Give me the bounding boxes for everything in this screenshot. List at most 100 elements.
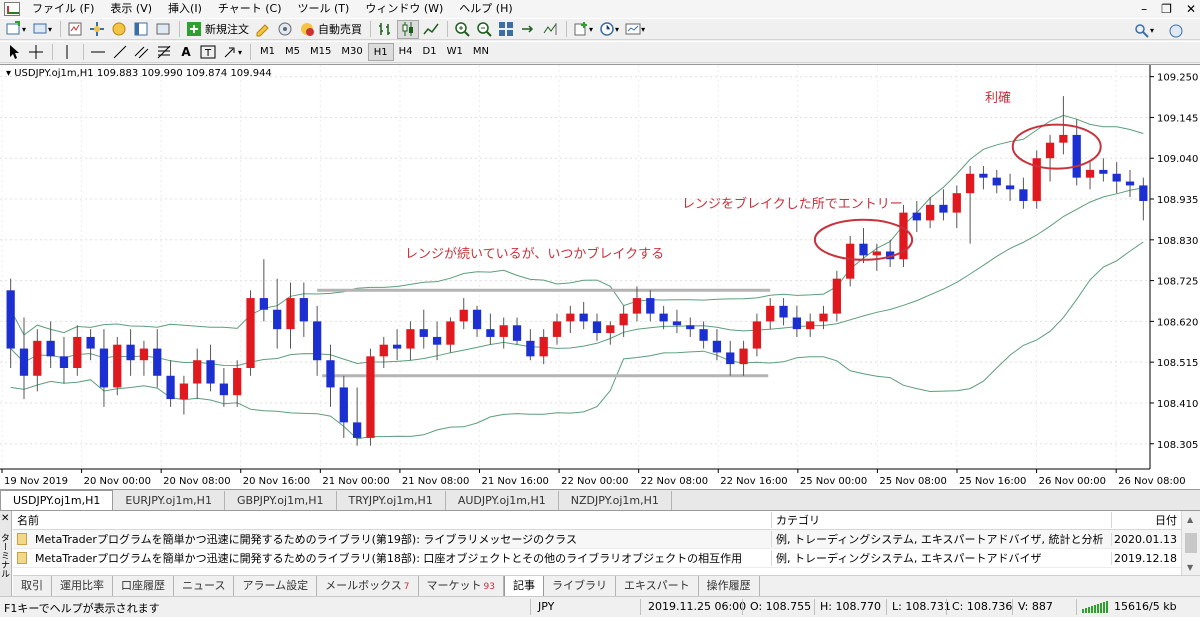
candle-body [1005,185,1015,190]
terminal-tab[interactable]: マーケット 93 [419,575,504,597]
terminal-icon[interactable] [131,20,151,39]
timeframe-w1-button[interactable]: W1 [442,43,468,61]
zoom-out-icon[interactable] [474,20,494,39]
tester-icon[interactable] [153,20,173,39]
tile-windows-icon[interactable] [496,20,516,39]
navigator-icon[interactable] [109,20,129,39]
search-icon[interactable]: ▾ [1132,21,1156,40]
chart-tab[interactable]: EURJPY.oj1m,H1 [113,491,225,510]
timeframe-m15-button[interactable]: M15 [305,43,336,61]
menu-item[interactable]: ファイル (F) [24,0,102,18]
candle-body [752,321,762,349]
chart-tab[interactable]: USDJPY.oj1m,H1 [0,490,114,510]
periods-button[interactable]: ▾ [597,20,621,39]
vertical-line-icon[interactable] [57,43,77,62]
community-icon[interactable] [1166,21,1186,40]
candle-body [86,336,95,349]
timeframe-h1-button[interactable]: H1 [367,43,394,61]
menu-item[interactable]: チャート (C) [210,0,290,18]
new-order-button[interactable]: 新規注文 [184,20,251,39]
menu-item[interactable]: ウィンドウ (W) [357,0,451,18]
minimize-icon[interactable]: – [1141,2,1147,16]
table-row[interactable]: MetaTraderプログラムを簡単かつ迅速に開発するためのライブラリ(第18部… [13,549,1181,568]
chart-shift-icon[interactable] [540,20,560,39]
menu-item[interactable]: ツール (T) [290,0,358,18]
chart-tab[interactable]: TRYJPY.oj1m,H1 [337,491,446,510]
menu-item[interactable]: 表示 (V) [102,0,160,18]
terminal-tab[interactable]: メールボックス 7 [317,575,419,597]
cursor-icon[interactable] [4,43,24,62]
x-tick-label: 20 Nov 00:00 [84,476,151,487]
terminal-tab[interactable]: ニュース [174,576,235,596]
status-profile[interactable]: JPY [538,600,554,613]
candle-body [166,375,175,400]
column-header-date[interactable]: 日付 [1111,512,1181,528]
timeframe-d1-button[interactable]: D1 [418,43,442,61]
article-name: MetaTraderプログラムを簡単かつ迅速に開発するためのライブラリ(第19部… [13,531,771,547]
indicators-button[interactable]: ▾ [571,20,595,39]
chart-tab[interactable]: GBPJPY.oj1m,H1 [225,491,337,510]
column-header-category[interactable]: カテゴリ [771,512,1111,528]
terminal-tab[interactable]: 取引 [13,576,52,596]
candle-body [512,325,522,341]
timeframe-mn-button[interactable]: MN [468,43,494,61]
text-label-icon[interactable]: T [198,43,218,62]
timeframe-m1-button[interactable]: M1 [255,43,280,61]
line-chart-icon[interactable] [421,20,441,39]
candle-body [939,204,948,213]
chart-tab[interactable]: AUDJPY.oj1m,H1 [446,491,559,510]
standard-toolbar: ▾ ▾ 新規注文 自動売買 ▾ ▾ ▾ ▾ [0,18,1200,40]
table-row[interactable]: MetaTraderプログラムを簡単かつ迅速に開発するためのライブラリ(第19部… [13,530,1181,549]
trendline-icon[interactable] [110,43,130,62]
price-chart[interactable]: 109.250 109.145 109.040 108.935 108.830 108.7… [0,64,1200,490]
terminal-tab[interactable]: エキスパート [616,576,699,596]
vertical-scrollbar[interactable]: ▲ ▼ [1181,511,1200,577]
zoom-in-icon[interactable] [452,20,472,39]
menu-item[interactable]: ヘルプ (H) [451,0,520,18]
fibonacci-icon[interactable] [154,43,174,62]
menu-item[interactable]: 挿入(I) [160,0,210,18]
horizontal-line-icon[interactable] [88,43,108,62]
auto-trade-button[interactable]: 自動売買 [297,20,364,39]
metaeditor-icon[interactable] [253,20,273,39]
close-icon[interactable]: ✕ [1,513,9,524]
equidistant-channel-icon[interactable] [132,43,152,62]
y-tick-label: 109.250 [1157,73,1198,84]
candle-body [1059,134,1068,143]
close-icon[interactable]: ✕ [1186,2,1196,16]
timeframe-m5-button[interactable]: M5 [280,43,305,61]
terminal-tab[interactable]: 記事 [503,575,544,597]
timeframe-m30-button[interactable]: M30 [336,43,367,61]
candlestick-chart-icon[interactable] [397,19,420,39]
candle-body [779,305,788,318]
x-tick-label: 25 Nov 08:00 [879,476,946,487]
timeframe-h4-button[interactable]: H4 [394,43,418,61]
terminal-tab[interactable]: 操作履歴 [699,576,760,596]
bar-chart-icon[interactable] [375,20,395,39]
restore-icon[interactable]: ❐ [1161,2,1172,16]
chart-canvas[interactable]: 109.250 109.145 109.040 108.935 108.830 108.7… [0,65,1200,490]
templates-button[interactable]: ▾ [623,20,647,39]
x-tick-label: 21 Nov 08:00 [402,476,469,487]
app-icon[interactable] [4,2,20,16]
arrows-icon[interactable]: ▾ [220,43,244,62]
candle-body [1139,185,1148,201]
connection-status-icon[interactable] [1082,601,1110,613]
column-header-name[interactable]: 名前 [13,512,771,528]
profiles-button[interactable]: ▾ [30,20,54,39]
x-tick-label: 21 Nov 16:00 [482,476,549,487]
candle-body [1125,181,1135,186]
crosshair-icon[interactable] [26,43,46,62]
data-window-icon[interactable] [87,20,107,39]
terminal-tab[interactable]: 口座履歴 [113,576,174,596]
terminal-tab[interactable]: 運用比率 [52,576,113,596]
new-chart-button[interactable]: ▾ [4,20,28,39]
terminal-tab[interactable]: ライブラリ [544,576,616,596]
text-icon[interactable]: A [176,43,196,62]
market-watch-icon[interactable] [65,20,85,39]
chart-tab[interactable]: NZDJPY.oj1m,H1 [559,491,672,510]
terminal-tab[interactable]: アラーム設定 [234,576,318,596]
x-tick-label: 21 Nov 00:00 [322,476,389,487]
auto-scroll-icon[interactable] [518,20,538,39]
signals-icon[interactable] [275,20,295,39]
